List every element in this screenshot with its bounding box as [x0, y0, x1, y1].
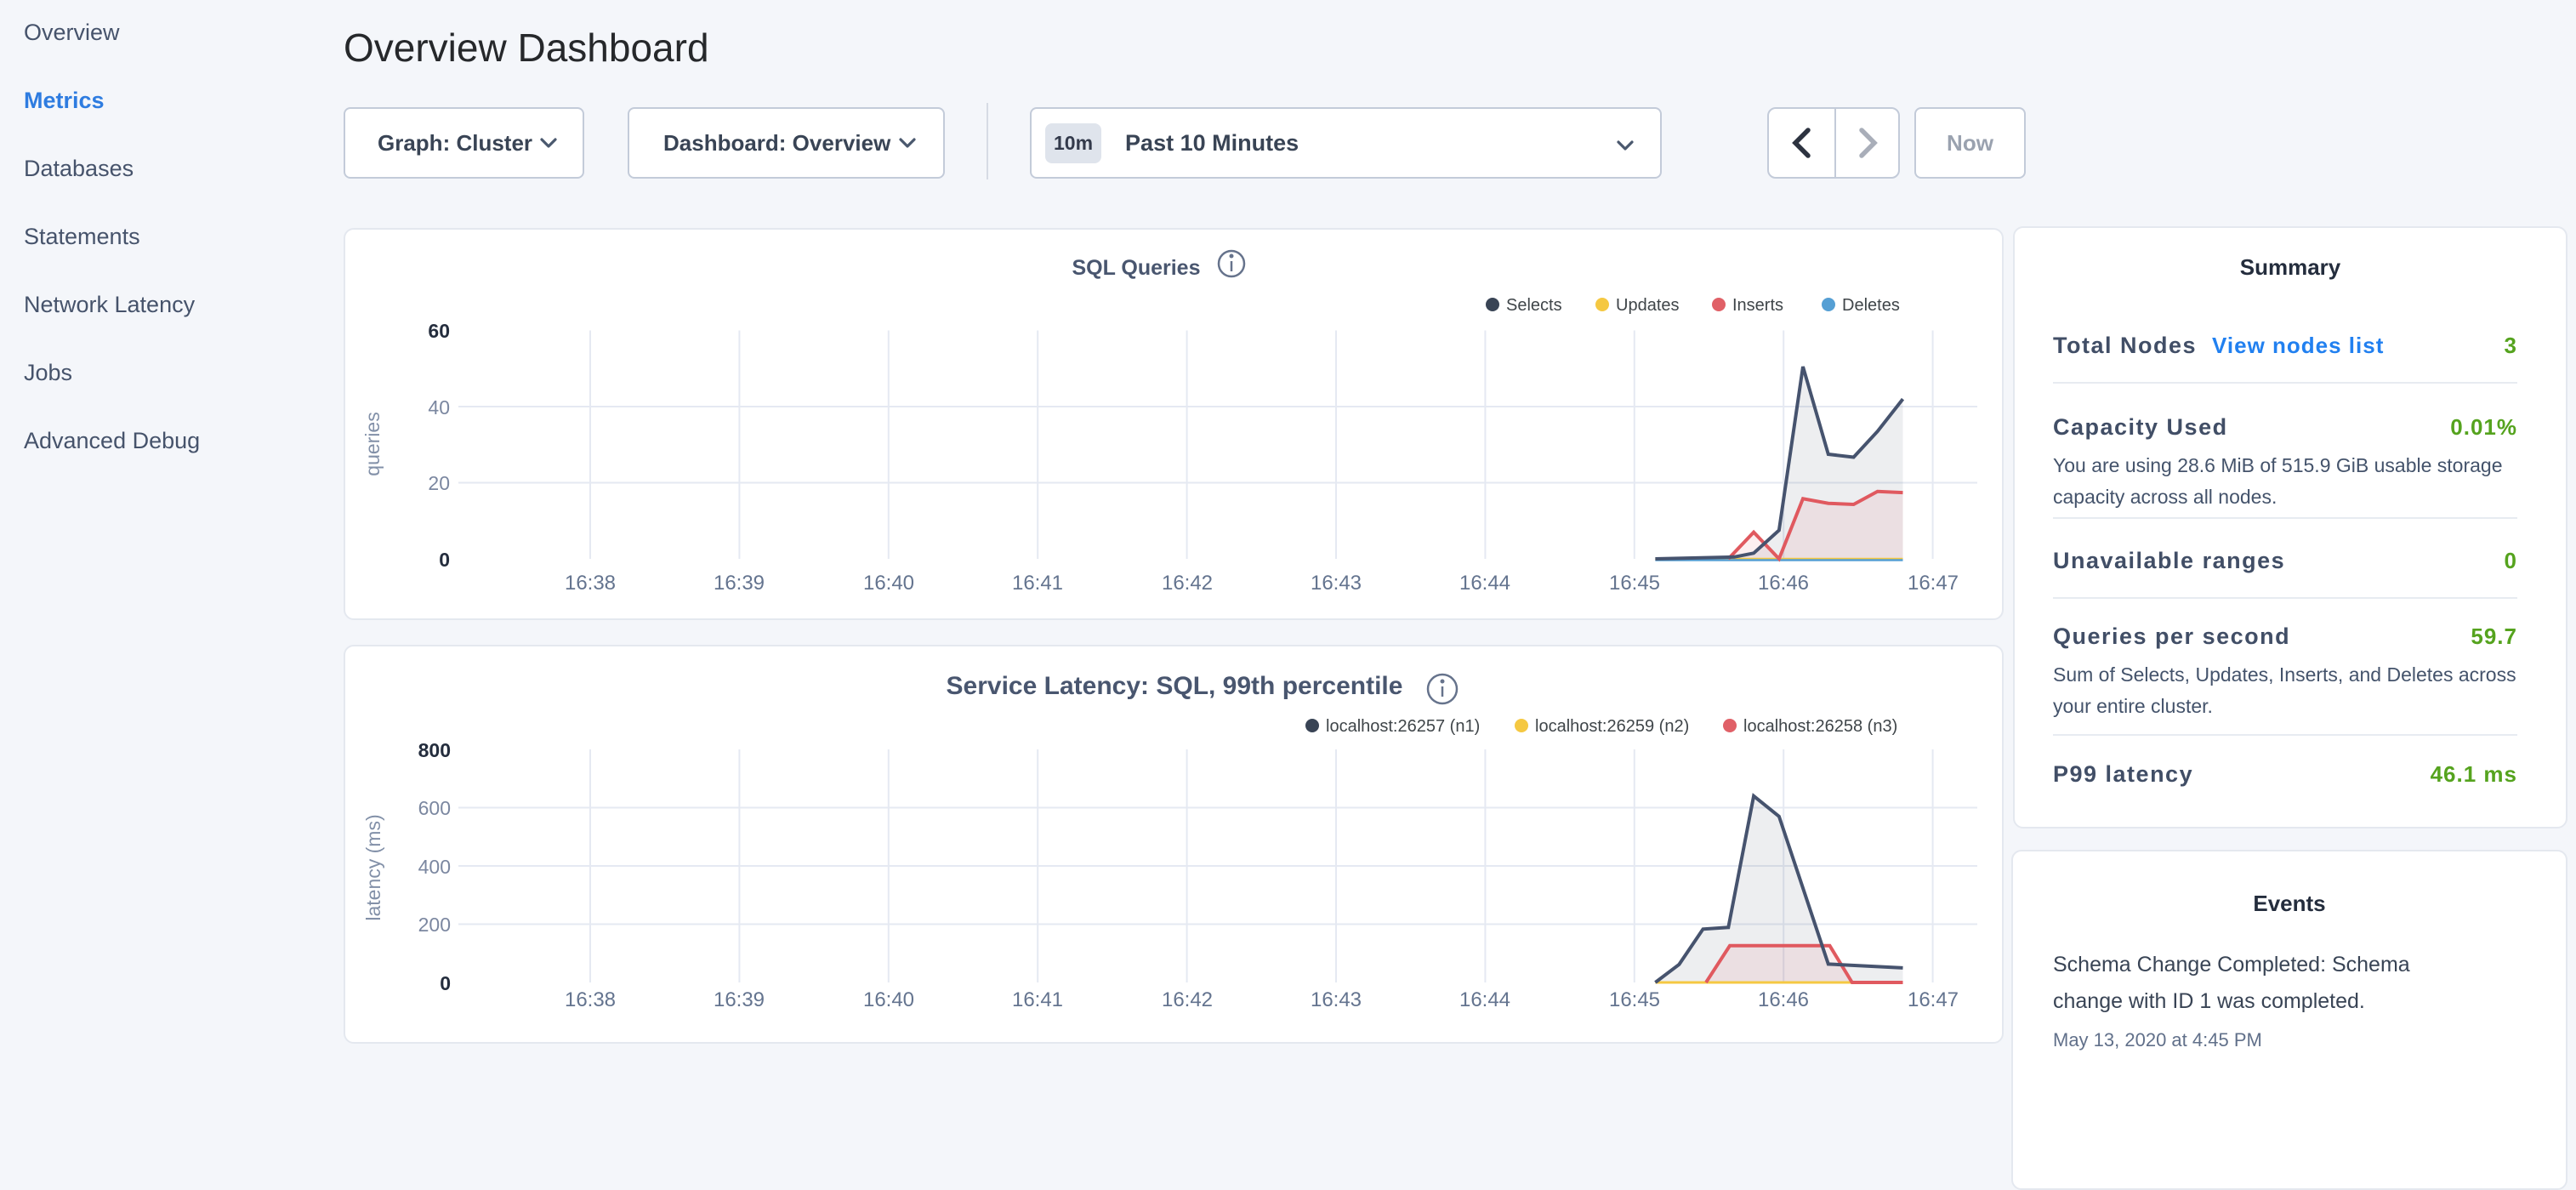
svg-text:16:47: 16:47	[1908, 988, 1959, 1011]
svg-text:16:40: 16:40	[863, 988, 914, 1011]
svg-text:16:39: 16:39	[714, 572, 765, 595]
svg-text:16:41: 16:41	[1012, 572, 1063, 595]
svg-text:Service Latency: SQL, 99th per: Service Latency: SQL, 99th percentile	[947, 672, 1403, 700]
svg-text:Inserts: Inserts	[1732, 296, 1783, 315]
svg-text:16:44: 16:44	[1459, 988, 1510, 1011]
svg-text:16:41: 16:41	[1012, 988, 1063, 1011]
svg-text:16:44: 16:44	[1459, 572, 1510, 595]
svg-text:16:40: 16:40	[863, 572, 914, 595]
svg-text:16:38: 16:38	[565, 988, 616, 1011]
svg-text:16:45: 16:45	[1609, 988, 1660, 1011]
svg-text:localhost:26257 (n1): localhost:26257 (n1)	[1326, 717, 1480, 736]
svg-text:20: 20	[428, 472, 450, 494]
svg-text:16:42: 16:42	[1162, 572, 1213, 595]
svg-text:16:43: 16:43	[1311, 572, 1362, 595]
svg-text:16:43: 16:43	[1311, 988, 1362, 1011]
svg-text:localhost:26258 (n3): localhost:26258 (n3)	[1743, 717, 1897, 736]
svg-text:40: 40	[428, 396, 450, 418]
svg-text:0: 0	[440, 972, 451, 994]
svg-text:latency (ms): latency (ms)	[362, 814, 384, 920]
svg-text:localhost:26259 (n2): localhost:26259 (n2)	[1535, 717, 1689, 736]
svg-text:60: 60	[428, 320, 450, 342]
svg-text:Deletes: Deletes	[1842, 296, 1900, 315]
svg-text:16:46: 16:46	[1758, 988, 1809, 1011]
svg-text:800: 800	[418, 739, 451, 761]
svg-text:16:38: 16:38	[565, 572, 616, 595]
svg-text:SQL Queries: SQL Queries	[1072, 256, 1201, 280]
svg-text:0: 0	[439, 549, 450, 571]
svg-text:16:45: 16:45	[1609, 572, 1660, 595]
svg-text:Selects: Selects	[1506, 296, 1562, 315]
svg-text:16:42: 16:42	[1162, 988, 1213, 1011]
svg-text:16:47: 16:47	[1908, 572, 1959, 595]
svg-text:Updates: Updates	[1616, 296, 1680, 315]
svg-text:600: 600	[418, 797, 451, 819]
svg-text:16:46: 16:46	[1758, 572, 1809, 595]
svg-text:queries: queries	[361, 412, 384, 475]
svg-text:400: 400	[418, 856, 451, 878]
svg-text:200: 200	[418, 914, 451, 936]
svg-text:16:39: 16:39	[714, 988, 765, 1011]
